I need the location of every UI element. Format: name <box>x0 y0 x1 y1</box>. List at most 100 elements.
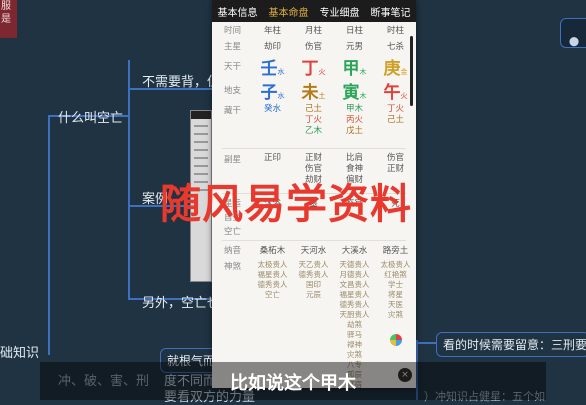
shensha-item: 将星 <box>388 290 403 299</box>
sub-star: 伤官 <box>386 153 404 163</box>
shensha-item: 太极贵人 <box>380 260 411 269</box>
nayin-cell: 桑柘木 <box>259 246 286 256</box>
element-tag: 土 <box>318 91 326 100</box>
shensha-col-hour: 太极贵人 红艳煞 学士 将星 天医 灾煞 <box>375 260 416 320</box>
header-hour: 时柱 <box>386 26 404 36</box>
row-label: 纳音 <box>224 246 242 256</box>
hidden-stem: 甲木 <box>345 104 363 114</box>
dizhi-row: 地支 子水 未土 寅木 午火 <box>212 78 416 103</box>
branch-char[interactable]: 子 <box>261 83 278 103</box>
sub-star: 正印 <box>263 153 281 163</box>
shensha-item: 驿马 <box>347 330 362 339</box>
shensha-item: 福星贵人 <box>339 290 370 299</box>
shensha-item: 天德贵人 <box>339 260 370 269</box>
shensha-item: 月德贵人 <box>339 270 370 279</box>
zhuxing-cell: 劫印 <box>263 42 281 52</box>
shensha-col-month: 天乙贵人 德秀贵人 国印 元辰 <box>293 260 334 300</box>
hidden-stem: 乙木 <box>304 126 322 136</box>
shensha-item: 灾煞 <box>388 310 403 319</box>
hidden-stem: 己土 <box>386 115 404 125</box>
branch-char[interactable]: 未 <box>302 83 319 103</box>
element-tag: 木 <box>359 91 367 100</box>
nayin-cell: 天河水 <box>300 246 327 256</box>
header-label: 时间 <box>224 26 242 36</box>
shensha-item: 天医 <box>388 300 403 309</box>
zhuxing-cell: 七杀 <box>386 42 404 52</box>
shensha-item: 元辰 <box>306 290 321 299</box>
mm-line <box>416 342 436 344</box>
hidden-stem: 丁火 <box>304 115 322 125</box>
shensha-item: 劫煞 <box>347 320 362 329</box>
branch-char[interactable]: 午 <box>384 83 401 103</box>
mm-node-also[interactable]: 另外，空亡也 <box>142 292 220 311</box>
mm-node-kongwang[interactable]: 什么叫空亡 <box>58 107 123 126</box>
header-row: 时间 年柱 月柱 日柱 时柱 <box>212 22 416 38</box>
canggan-row: 藏干 癸水 己土 丁火 乙木 甲木 丙火 戊土 丁火 己土 <box>212 102 416 146</box>
hidden-stem: 丙火 <box>345 115 363 125</box>
row-label: 天干 <box>224 62 242 72</box>
nayin-cell: 路旁土 <box>382 246 409 256</box>
zhuxing-cell: 元男 <box>345 42 363 52</box>
header-month: 月柱 <box>304 26 322 36</box>
tab-detail-chart[interactable]: 专业细盘 <box>318 4 362 19</box>
zhuxing-row: 主星 劫印 伤官 元男 七杀 <box>212 38 416 54</box>
row-label: 副星 <box>224 155 242 165</box>
mm-line <box>128 60 130 300</box>
right-node-box: ⬤ <box>560 18 586 48</box>
row-label: 主星 <box>224 42 242 52</box>
stem-char[interactable]: 庚 <box>384 59 401 79</box>
stem-char[interactable]: 甲 <box>343 59 360 79</box>
stem-char[interactable]: 丁 <box>302 59 319 79</box>
element-tag: 水 <box>277 91 285 100</box>
sub-star: 比肩 <box>345 153 363 163</box>
header-day: 日柱 <box>345 26 363 36</box>
shensha-item: 灾煞 <box>347 350 362 359</box>
mm-node-basics[interactable]: 础知识 <box>0 342 39 361</box>
shensha-item: 天厨贵人 <box>339 310 370 319</box>
shensha-item: 天乙贵人 <box>298 260 329 269</box>
branch-char[interactable]: 寅 <box>343 83 360 103</box>
corner-badge: 服 是 <box>0 0 17 38</box>
wheel-icon[interactable] <box>390 334 402 346</box>
row-label: 藏干 <box>224 106 242 116</box>
shensha-item: 福星贵人 <box>257 270 288 279</box>
watermark-text: 随风易学资料 <box>160 180 412 228</box>
zhuxing-cell: 伤官 <box>304 42 322 52</box>
element-tag: 火 <box>318 67 326 76</box>
shensha-item: 文昌贵人 <box>339 280 370 289</box>
shensha-item: 太极贵人 <box>257 260 288 269</box>
shensha-item: 德秀贵人 <box>257 280 288 289</box>
shensha-item: 国印 <box>306 280 321 289</box>
tab-bar: 基本信息 基本命盘 专业细盘 断事笔记 <box>212 0 416 22</box>
element-tag: 木 <box>359 67 367 76</box>
tiangan-row: 天干 壬水 丁火 甲木 庚金 <box>212 54 416 79</box>
shensha-item: 德秀贵人 <box>339 300 370 309</box>
shensha-col-year: 太极贵人 福星贵人 德秀贵人 空亡 <box>252 260 293 300</box>
shensha-item: 红艳煞 <box>384 270 407 279</box>
shensha-item: 德秀贵人 <box>298 270 329 279</box>
shensha-item: 空亡 <box>265 290 280 299</box>
nayin-row: 纳音 桑柘木 天河水 大溪水 路旁土 <box>212 243 416 257</box>
element-tag: 金 <box>400 67 408 76</box>
shensha-item: 学士 <box>388 280 403 289</box>
mm-node-attention[interactable]: 看的时候需要留意：三刑要 <box>436 332 586 357</box>
hidden-stem: 癸水 <box>263 104 281 114</box>
video-subtitle: 比如说这个甲木 <box>230 373 356 394</box>
hidden-stem: 丁火 <box>386 104 404 114</box>
shensha-item: 禄神 <box>347 340 362 349</box>
tab-basic-info[interactable]: 基本信息 <box>216 4 260 19</box>
row-label: 地支 <box>224 86 242 96</box>
element-tag: 水 <box>277 67 285 76</box>
tab-basic-chart[interactable]: 基本命盘 <box>267 4 311 19</box>
stem-char[interactable]: 壬 <box>261 59 278 79</box>
hidden-stem: 戊土 <box>345 126 363 136</box>
header-year: 年柱 <box>263 26 281 36</box>
mm-node-not-back[interactable]: 不需要背，但 <box>142 71 220 90</box>
mm-line <box>48 115 50 355</box>
row-label: 神煞 <box>224 262 242 272</box>
hidden-stem: 己土 <box>304 104 322 114</box>
nayin-cell: 大溪水 <box>341 246 368 256</box>
element-tag: 火 <box>400 91 408 100</box>
sub-star: 正财 <box>304 153 322 163</box>
tab-notes[interactable]: 断事笔记 <box>369 4 413 19</box>
